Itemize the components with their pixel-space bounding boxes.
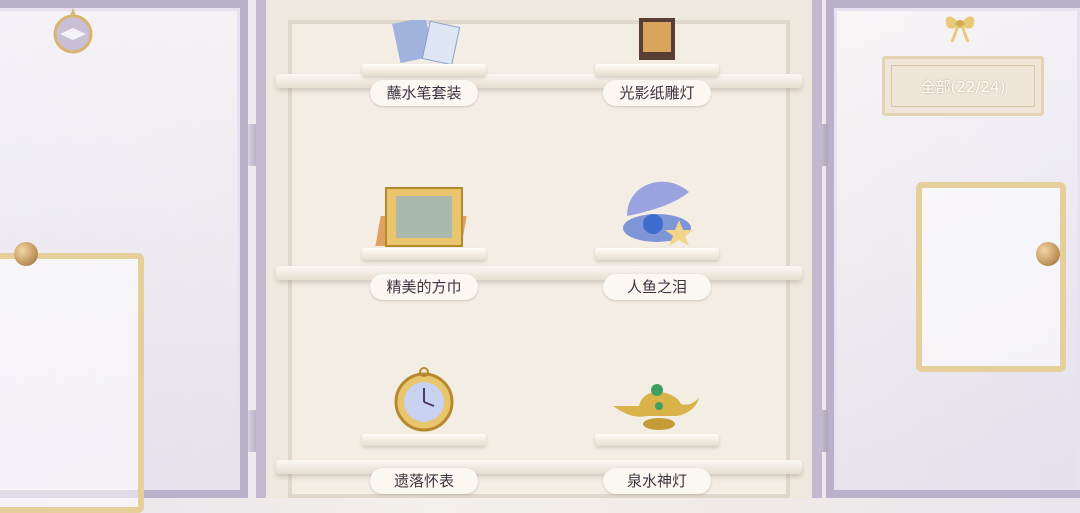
right-door-knob[interactable] bbox=[1036, 242, 1060, 266]
item-label: 遗落怀表 bbox=[370, 468, 478, 494]
collection-item-mermaid-tear[interactable]: 人鱼之泪 bbox=[587, 172, 727, 300]
fountain-pen-set-icon bbox=[392, 20, 461, 64]
bow-icon bbox=[945, 16, 975, 43]
pocket-watch-icon bbox=[394, 367, 454, 432]
collection-item-pocket-watch[interactable]: 遗落怀表 bbox=[354, 366, 494, 496]
genie-lamp-icon bbox=[613, 384, 699, 430]
paper-carving-lamp-icon bbox=[639, 18, 675, 60]
mermaid-tear-shell-icon bbox=[623, 181, 693, 246]
collection-item-paper-lamp[interactable]: 光影纸雕灯 bbox=[587, 0, 727, 110]
item-label: 人鱼之泪 bbox=[603, 274, 711, 300]
collection-item-handkerchief[interactable]: 精美的方巾 bbox=[354, 180, 494, 300]
item-label: 蘸水笔套装 bbox=[370, 80, 478, 106]
item-label: 泉水神灯 bbox=[603, 468, 711, 494]
left-picture-frame bbox=[0, 253, 144, 513]
right-picture-frame bbox=[916, 182, 1066, 372]
category-filter-label: 全部(22/24) bbox=[920, 77, 1006, 96]
collection-item-pen-set[interactable]: 蘸水笔套装 bbox=[354, 0, 494, 110]
item-label: 精美的方巾 bbox=[370, 274, 478, 300]
handkerchief-icon bbox=[375, 187, 467, 247]
category-filter-button[interactable]: 全部(22/24) bbox=[882, 56, 1044, 116]
compass-ornament-icon bbox=[53, 8, 93, 54]
display-cabinet bbox=[256, 0, 822, 498]
collection-item-genie-lamp[interactable]: 泉水神灯 bbox=[587, 376, 727, 496]
left-door-knob[interactable] bbox=[14, 242, 38, 266]
item-label: 光影纸雕灯 bbox=[603, 80, 711, 106]
